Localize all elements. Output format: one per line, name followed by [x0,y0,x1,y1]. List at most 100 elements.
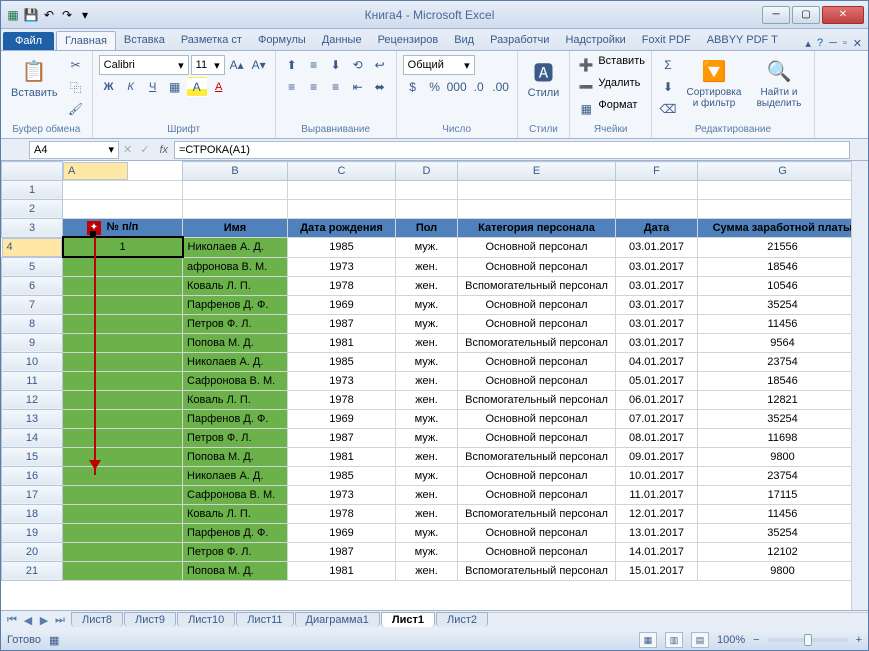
cell-category[interactable]: Основной персонал [458,371,616,390]
cell-category[interactable]: Основной персонал [458,237,616,257]
doc-minimize-icon[interactable]: ─ [829,37,837,50]
cell-name[interactable]: Николаев А. Д. [183,466,288,485]
align-center-icon[interactable]: ≡ [304,77,324,97]
cell-date[interactable]: 05.01.2017 [616,371,698,390]
cell[interactable] [616,180,698,199]
cell-gender[interactable]: муж. [396,466,458,485]
col-header-C[interactable]: C [288,162,396,181]
last-sheet-icon[interactable]: ⏭ [53,614,67,627]
cell-birth[interactable]: 1973 [288,257,396,276]
cell-gender[interactable]: муж. [396,352,458,371]
cell-sum[interactable]: 12821 [698,390,868,409]
row-header-10[interactable]: 10 [2,352,63,371]
cell-num[interactable] [63,561,183,580]
cell-date[interactable]: 03.01.2017 [616,314,698,333]
cell-birth[interactable]: 1985 [288,466,396,485]
cell[interactable] [698,199,868,218]
inc-decimal-icon[interactable]: .0 [469,77,489,97]
cell-date[interactable]: 10.01.2017 [616,466,698,485]
row-header-2[interactable]: 2 [2,199,63,218]
cell-num[interactable] [63,333,183,352]
cell-sum[interactable]: 9800 [698,561,868,580]
cell-birth[interactable]: 1978 [288,276,396,295]
cell-gender[interactable]: жен. [396,504,458,523]
cell-date[interactable]: 13.01.2017 [616,523,698,542]
cell-num[interactable] [63,295,183,314]
horizontal-scrollbar[interactable] [488,612,868,629]
redo-icon[interactable]: ↷ [59,7,75,23]
cell-num[interactable]: 1 [63,237,183,257]
cell-sum[interactable]: 11456 [698,314,868,333]
styles-button[interactable]: 🅰 Стили [524,55,564,101]
indent-dec-icon[interactable]: ⇤ [348,77,368,97]
sheet-tab[interactable]: Лист11 [236,612,293,627]
cell-sum[interactable]: 18546 [698,371,868,390]
cell-date[interactable]: 03.01.2017 [616,276,698,295]
cancel-formula-icon[interactable]: ✕ [119,143,136,156]
percent-icon[interactable]: % [425,77,445,97]
cell-sum[interactable]: 17115 [698,485,868,504]
sort-filter-button[interactable]: 🔽 Сортировка и фильтр [682,55,746,111]
cell-name[interactable]: Петров Ф. Л. [183,314,288,333]
merge-icon[interactable]: ⬌ [370,77,390,97]
cell[interactable] [288,199,396,218]
border-icon[interactable]: ▦ [165,77,185,97]
macro-record-icon[interactable]: ▦ [49,634,59,647]
col-header-G[interactable]: G [698,162,868,181]
row-header-3[interactable]: 3 [2,218,63,237]
cell-birth[interactable]: 1981 [288,447,396,466]
align-left-icon[interactable]: ≡ [282,77,302,97]
bold-icon[interactable]: Ж [99,77,119,97]
help-icon[interactable]: ? [817,37,823,50]
table-header[interactable]: Сумма заработной платы [698,218,868,237]
dec-decimal-icon[interactable]: .00 [491,77,511,97]
maximize-button[interactable]: ▢ [792,6,820,24]
align-middle-icon[interactable]: ≡ [304,55,324,75]
table-header[interactable]: Дата рождения [288,218,396,237]
autosum-icon[interactable]: Σ [658,55,678,75]
row-header-8[interactable]: 8 [2,314,63,333]
col-header-B[interactable]: B [183,162,288,181]
cell[interactable] [458,199,616,218]
cell-name[interactable]: Петров Ф. Л. [183,428,288,447]
table-header[interactable]: Категория персонала [458,218,616,237]
find-select-button[interactable]: 🔍 Найти и выделить [750,55,808,111]
col-header-A[interactable]: A [63,162,128,180]
doc-restore-icon[interactable]: ▫ [843,37,847,50]
cell-sum[interactable]: 35254 [698,295,868,314]
cell-birth[interactable]: 1973 [288,371,396,390]
cell-category[interactable]: Основной персонал [458,295,616,314]
ribbon-tab-10[interactable]: ABBYY PDF T [699,31,786,50]
cell-num[interactable] [63,352,183,371]
zoom-slider[interactable] [768,638,848,642]
italic-icon[interactable]: К [121,77,141,97]
row-header-19[interactable]: 19 [2,523,63,542]
cell-num[interactable] [63,447,183,466]
sheet-tab[interactable]: Лист8 [71,612,123,627]
cell-gender[interactable]: жен. [396,276,458,295]
zoom-out-icon[interactable]: − [753,634,759,646]
cell-gender[interactable]: жен. [396,561,458,580]
row-header-14[interactable]: 14 [2,428,63,447]
cell-name[interactable]: Сафронова В. М. [183,485,288,504]
cell-gender[interactable]: муж. [396,542,458,561]
cell-date[interactable]: 09.01.2017 [616,447,698,466]
sheet-tab[interactable]: Лист2 [436,612,488,627]
cell-gender[interactable]: муж. [396,295,458,314]
minimize-ribbon-icon[interactable]: ▴ [805,37,811,50]
cell-name[interactable]: Николаев А. Д. [183,237,288,257]
cell-sum[interactable]: 9564 [698,333,868,352]
cell-birth[interactable]: 1978 [288,390,396,409]
wrap-text-icon[interactable]: ↩ [370,55,390,75]
cell-gender[interactable]: жен. [396,447,458,466]
cell-sum[interactable]: 11698 [698,428,868,447]
cell-sum[interactable]: 12102 [698,542,868,561]
cell-date[interactable]: 06.01.2017 [616,390,698,409]
cell-name[interactable]: Николаев А. Д. [183,352,288,371]
cell-gender[interactable]: жен. [396,257,458,276]
cell-birth[interactable]: 1969 [288,295,396,314]
row-header-6[interactable]: 6 [2,276,63,295]
row-header-13[interactable]: 13 [2,409,63,428]
cell-birth[interactable]: 1978 [288,504,396,523]
cell-num[interactable] [63,466,183,485]
